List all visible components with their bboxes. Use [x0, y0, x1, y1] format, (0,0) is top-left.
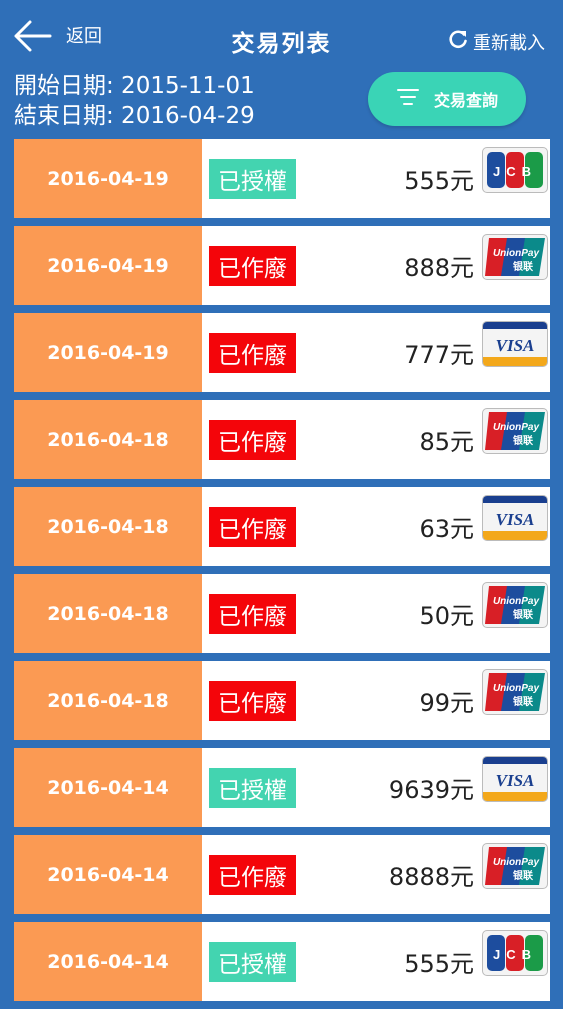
status-badge: 已作廢 [209, 593, 296, 634]
transaction-date: 2016-04-19 [14, 313, 202, 392]
card-brand-icon: VISA [482, 321, 548, 367]
transaction-amount: 555元 [404, 950, 474, 978]
svg-text:银联: 银联 [513, 434, 533, 447]
transaction-date: 2016-04-18 [14, 574, 202, 653]
transaction-amount: 85元 [419, 428, 474, 456]
svg-text:VISA: VISA [496, 510, 535, 529]
transaction-row[interactable]: 2016-04-18 已作廢 85元 UnionPay 银联 [14, 400, 550, 479]
svg-text:银联: 银联 [513, 695, 533, 708]
transaction-amount: 50元 [419, 602, 474, 630]
status-badge: 已作廢 [209, 506, 296, 547]
card-brand-icon: JCB [482, 930, 548, 976]
svg-text:JCB: JCB [493, 164, 537, 179]
transaction-row[interactable]: 2016-04-19 已作廢 777元 VISA [14, 313, 550, 392]
status-badge: 已作廢 [209, 332, 296, 373]
svg-text:UnionPay: UnionPay [493, 857, 540, 868]
transaction-row[interactable]: 2016-04-18 已作廢 63元 VISA [14, 487, 550, 566]
card-brand-icon: UnionPay 银联 [482, 234, 548, 280]
transaction-amount: 9639元 [388, 776, 474, 804]
transaction-amount: 99元 [419, 689, 474, 717]
card-brand-icon: VISA [482, 495, 548, 541]
status-badge: 已作廢 [209, 419, 296, 460]
transaction-row[interactable]: 2016-04-14 已授權 9639元 VISA [14, 748, 550, 827]
transaction-row[interactable]: 2016-04-18 已作廢 99元 UnionPay 银联 [14, 661, 550, 740]
status-badge: 已授權 [209, 767, 296, 808]
transaction-list: 2016-04-19 已授權 555元 JCB 2016-04-19 已作廢 888元 Un… [14, 139, 550, 1009]
transaction-amount: 63元 [419, 515, 474, 543]
card-brand-icon: UnionPay 银联 [482, 669, 548, 715]
card-brand-icon: UnionPay 银联 [482, 408, 548, 454]
status-badge: 已授權 [209, 941, 296, 982]
transaction-date: 2016-04-18 [14, 400, 202, 479]
filter-icon [396, 87, 434, 111]
transaction-date: 2016-04-19 [14, 226, 202, 305]
card-brand-icon: JCB [482, 147, 548, 193]
query-label: 交易查詢 [433, 91, 498, 110]
transaction-date: 2016-04-14 [14, 748, 202, 827]
reload-label: 重新載入 [473, 32, 545, 54]
reload-button[interactable]: 重新載入 [447, 28, 545, 55]
start-date: 開始日期: 2015-11-01 [14, 73, 255, 99]
svg-text:银联: 银联 [513, 608, 533, 621]
svg-text:JCB: JCB [493, 947, 537, 962]
status-badge: 已作廢 [209, 680, 296, 721]
card-brand-icon: UnionPay 银联 [482, 843, 548, 889]
transaction-amount: 555元 [404, 167, 474, 195]
transaction-row[interactable]: 2016-04-19 已授權 555元 JCB [14, 139, 550, 218]
svg-text:银联: 银联 [513, 260, 533, 273]
transaction-date: 2016-04-18 [14, 487, 202, 566]
transaction-amount: 777元 [404, 341, 474, 369]
transaction-amount: 8888元 [388, 863, 474, 891]
card-brand-icon: UnionPay 银联 [482, 582, 548, 628]
svg-text:UnionPay: UnionPay [493, 683, 540, 694]
svg-text:VISA: VISA [496, 771, 535, 790]
status-badge: 已授權 [209, 158, 296, 199]
svg-text:VISA: VISA [496, 336, 535, 355]
svg-text:UnionPay: UnionPay [493, 596, 540, 607]
svg-text:UnionPay: UnionPay [493, 422, 540, 433]
transaction-row[interactable]: 2016-04-18 已作廢 50元 UnionPay 银联 [14, 574, 550, 653]
svg-text:银联: 银联 [513, 869, 533, 882]
transaction-row[interactable]: 2016-04-14 已授權 555元 JCB [14, 922, 550, 1001]
header: 返回 交易列表 重新載入 開始日期: 2015-11-01 結束日期: 2016… [0, 0, 563, 136]
transaction-date: 2016-04-14 [14, 922, 202, 1001]
query-button[interactable]: 交易查詢 [368, 72, 526, 126]
status-badge: 已作廢 [209, 245, 296, 286]
transaction-row[interactable]: 2016-04-19 已作廢 888元 UnionPay 银联 [14, 226, 550, 305]
svg-text:UnionPay: UnionPay [493, 248, 540, 259]
card-brand-icon: VISA [482, 756, 548, 802]
transaction-date: 2016-04-18 [14, 661, 202, 740]
transaction-date: 2016-04-14 [14, 835, 202, 914]
transaction-row[interactable]: 2016-04-14 已作廢 8888元 UnionPay 银联 [14, 835, 550, 914]
refresh-icon [447, 28, 473, 55]
transaction-amount: 888元 [404, 254, 474, 282]
end-date: 結束日期: 2016-04-29 [14, 103, 255, 129]
transaction-date: 2016-04-19 [14, 139, 202, 218]
status-badge: 已作廢 [209, 854, 296, 895]
